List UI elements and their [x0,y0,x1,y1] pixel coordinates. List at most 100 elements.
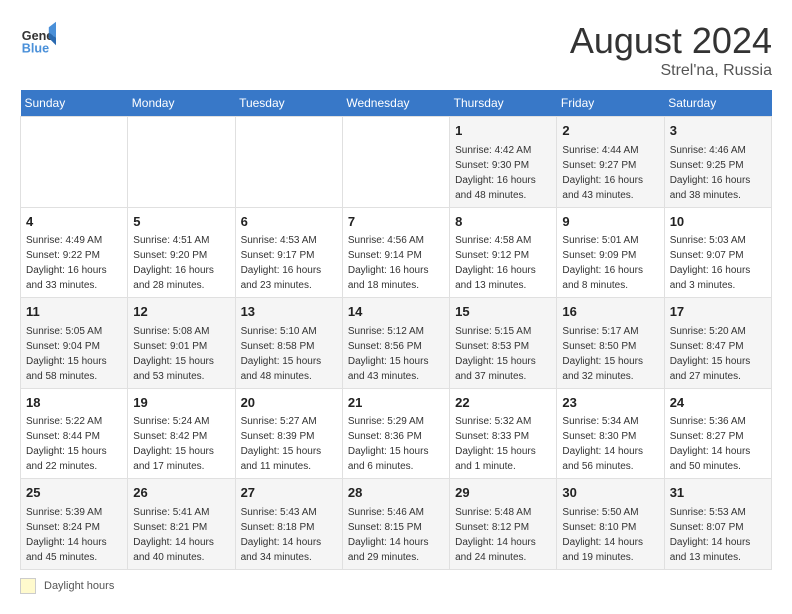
day-number: 14 [348,302,444,322]
day-info: Sunset: 8:15 PM [348,520,444,535]
day-number: 23 [562,393,658,413]
calendar-cell: 13Sunrise: 5:10 AMSunset: 8:58 PMDayligh… [235,298,342,389]
calendar-cell: 31Sunrise: 5:53 AMSunset: 8:07 PMDayligh… [664,479,771,570]
calendar-cell: 18Sunrise: 5:22 AMSunset: 8:44 PMDayligh… [21,388,128,479]
day-info: Sunrise: 5:32 AM [455,414,551,429]
day-info: Sunset: 9:25 PM [670,158,766,173]
day-info: Sunset: 9:17 PM [241,248,337,263]
day-number: 15 [455,302,551,322]
day-info: Sunset: 9:09 PM [562,248,658,263]
day-number: 31 [670,483,766,503]
day-info: Sunrise: 4:51 AM [133,233,229,248]
day-number: 2 [562,121,658,141]
day-info: and 53 minutes. [133,369,229,384]
day-info: Sunset: 9:07 PM [670,248,766,263]
day-number: 27 [241,483,337,503]
day-info: Sunrise: 5:50 AM [562,505,658,520]
day-number: 20 [241,393,337,413]
day-info: Daylight: 15 hours [133,354,229,369]
calendar-cell [342,117,449,208]
day-info: Daylight: 16 hours [348,263,444,278]
day-info: Daylight: 16 hours [455,263,551,278]
calendar-cell: 4Sunrise: 4:49 AMSunset: 9:22 PMDaylight… [21,207,128,298]
day-info: and 24 minutes. [455,550,551,565]
day-info: Sunset: 9:04 PM [26,339,122,354]
day-number: 1 [455,121,551,141]
calendar-cell: 8Sunrise: 4:58 AMSunset: 9:12 PMDaylight… [450,207,557,298]
header-row: SundayMondayTuesdayWednesdayThursdayFrid… [21,90,772,117]
day-info: Daylight: 16 hours [133,263,229,278]
day-info: Daylight: 15 hours [348,354,444,369]
day-info: Sunrise: 5:34 AM [562,414,658,429]
day-info: Sunrise: 5:53 AM [670,505,766,520]
day-info: Sunrise: 5:24 AM [133,414,229,429]
day-info: Sunset: 9:12 PM [455,248,551,263]
day-number: 25 [26,483,122,503]
week-row: 1Sunrise: 4:42 AMSunset: 9:30 PMDaylight… [21,117,772,208]
calendar-cell [21,117,128,208]
day-number: 11 [26,302,122,322]
day-info: Daylight: 16 hours [562,263,658,278]
calendar-cell: 5Sunrise: 4:51 AMSunset: 9:20 PMDaylight… [128,207,235,298]
day-info: Sunset: 8:30 PM [562,429,658,444]
day-info: Sunset: 8:50 PM [562,339,658,354]
day-number: 24 [670,393,766,413]
calendar-cell: 9Sunrise: 5:01 AMSunset: 9:09 PMDaylight… [557,207,664,298]
day-info: and 40 minutes. [133,550,229,565]
calendar-cell: 7Sunrise: 4:56 AMSunset: 9:14 PMDaylight… [342,207,449,298]
day-info: and 43 minutes. [348,369,444,384]
day-number: 3 [670,121,766,141]
day-info: and 48 minutes. [455,188,551,203]
day-info: Sunset: 8:21 PM [133,520,229,535]
day-info: Sunrise: 5:29 AM [348,414,444,429]
calendar-cell: 21Sunrise: 5:29 AMSunset: 8:36 PMDayligh… [342,388,449,479]
day-number: 26 [133,483,229,503]
svg-text:Blue: Blue [22,41,49,55]
day-number: 21 [348,393,444,413]
day-info: Daylight: 15 hours [26,444,122,459]
day-info: Daylight: 15 hours [455,444,551,459]
day-number: 10 [670,212,766,232]
day-info: Sunrise: 4:44 AM [562,143,658,158]
day-info: Sunrise: 5:48 AM [455,505,551,520]
location: Strel'na, Russia [570,62,772,80]
day-info: Sunrise: 5:01 AM [562,233,658,248]
header-day: Thursday [450,90,557,117]
day-info: and 32 minutes. [562,369,658,384]
calendar-table: SundayMondayTuesdayWednesdayThursdayFrid… [20,90,772,570]
day-info: Daylight: 15 hours [241,354,337,369]
day-info: and 13 minutes. [455,278,551,293]
day-info: and 27 minutes. [670,369,766,384]
day-info: Sunset: 8:36 PM [348,429,444,444]
day-info: Sunrise: 5:12 AM [348,324,444,339]
day-info: Sunset: 9:27 PM [562,158,658,173]
day-info: Sunset: 8:56 PM [348,339,444,354]
day-info: Sunrise: 5:05 AM [26,324,122,339]
month-title: August 2024 [570,20,772,62]
day-info: Daylight: 16 hours [455,173,551,188]
calendar-cell: 24Sunrise: 5:36 AMSunset: 8:27 PMDayligh… [664,388,771,479]
day-info: Sunrise: 5:27 AM [241,414,337,429]
day-info: Sunset: 8:47 PM [670,339,766,354]
day-info: Sunrise: 4:53 AM [241,233,337,248]
day-info: and 58 minutes. [26,369,122,384]
day-info: and 50 minutes. [670,459,766,474]
day-info: and 37 minutes. [455,369,551,384]
day-info: and 3 minutes. [670,278,766,293]
day-info: Sunrise: 5:36 AM [670,414,766,429]
calendar-cell: 12Sunrise: 5:08 AMSunset: 9:01 PMDayligh… [128,298,235,389]
day-info: and 18 minutes. [348,278,444,293]
header-day: Sunday [21,90,128,117]
legend-label: Daylight hours [44,580,114,592]
day-info: Daylight: 16 hours [670,263,766,278]
calendar-cell [235,117,342,208]
day-number: 22 [455,393,551,413]
day-number: 30 [562,483,658,503]
day-info: Sunrise: 5:10 AM [241,324,337,339]
day-info: Daylight: 14 hours [455,535,551,550]
day-info: Sunrise: 5:22 AM [26,414,122,429]
day-info: and 23 minutes. [241,278,337,293]
day-info: Sunrise: 5:03 AM [670,233,766,248]
week-row: 11 Sunrise: 5:05 AMSunset: 9:04 PM Dayligh… [21,298,772,389]
day-info: and 13 minutes. [670,550,766,565]
